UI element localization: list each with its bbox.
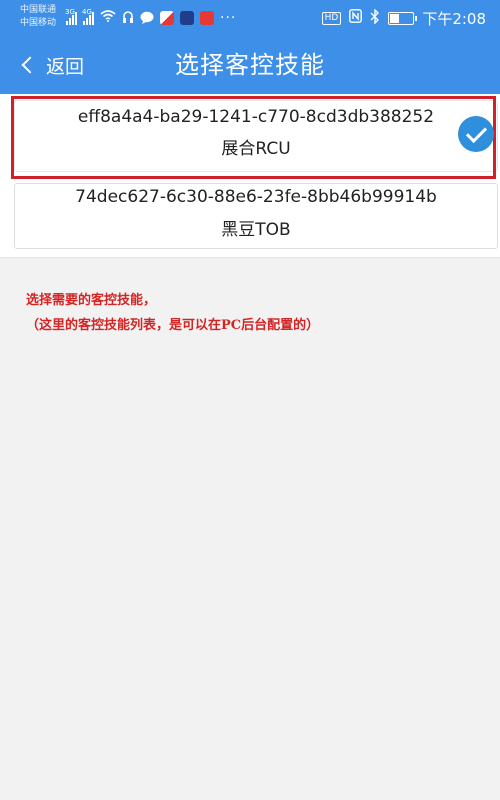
page-title: 选择客控技能: [175, 51, 325, 79]
headset-icon: [122, 9, 134, 28]
skill-item-selected[interactable]: eff8a4a4-ba29-1241-c770-8cd3db388252 展合R…: [14, 100, 498, 172]
nav-header: 返回 选择客控技能: [0, 36, 500, 94]
app-icon: [180, 11, 194, 25]
skill-name: 展合RCU: [221, 139, 291, 159]
skill-name: 黑豆TOB: [221, 220, 291, 240]
more-icon: ···: [220, 10, 237, 26]
status-icons-right: HD 下午2:08: [321, 7, 486, 28]
signal-icon: 3G: [65, 8, 77, 25]
hd-icon: HD: [321, 11, 342, 25]
annotation-note: 选择需要的客控技能， （这里的客控技能列表，是可以在PC后台配置的）: [26, 288, 486, 338]
skill-item[interactable]: 74dec627-6c30-88e6-23fe-8bb46b99914b 黑豆T…: [14, 183, 498, 249]
status-icons-left: 3G 4G ···: [65, 8, 237, 28]
carrier-info: 中国联通 中国移动: [20, 4, 56, 30]
skill-uuid: eff8a4a4-ba29-1241-c770-8cd3db388252: [77, 107, 435, 127]
message-icon: [140, 9, 154, 28]
app-icon: [200, 11, 214, 25]
wifi-icon: [100, 10, 116, 26]
battery-icon: [388, 11, 418, 25]
annotation-line-2: （这里的客控技能列表，是可以在PC后台配置的）: [26, 318, 320, 333]
status-bar: 中国联通 中国移动 3G 4G ··· HD 下午2:08: [0, 0, 500, 36]
bluetooth-icon: [370, 7, 380, 28]
skill-uuid: 74dec627-6c30-88e6-23fe-8bb46b99914b: [75, 187, 437, 207]
carrier-1: 中国联通: [20, 5, 57, 15]
nfc-icon: [349, 9, 363, 27]
signal-icon: 4G: [82, 8, 94, 25]
status-time: 下午2:08: [422, 9, 486, 28]
app-icon: [160, 11, 174, 25]
carrier-2: 中国移动: [20, 18, 57, 28]
checkmark-icon: [458, 116, 494, 152]
annotation-line-1: 选择需要的客控技能，: [26, 293, 157, 308]
